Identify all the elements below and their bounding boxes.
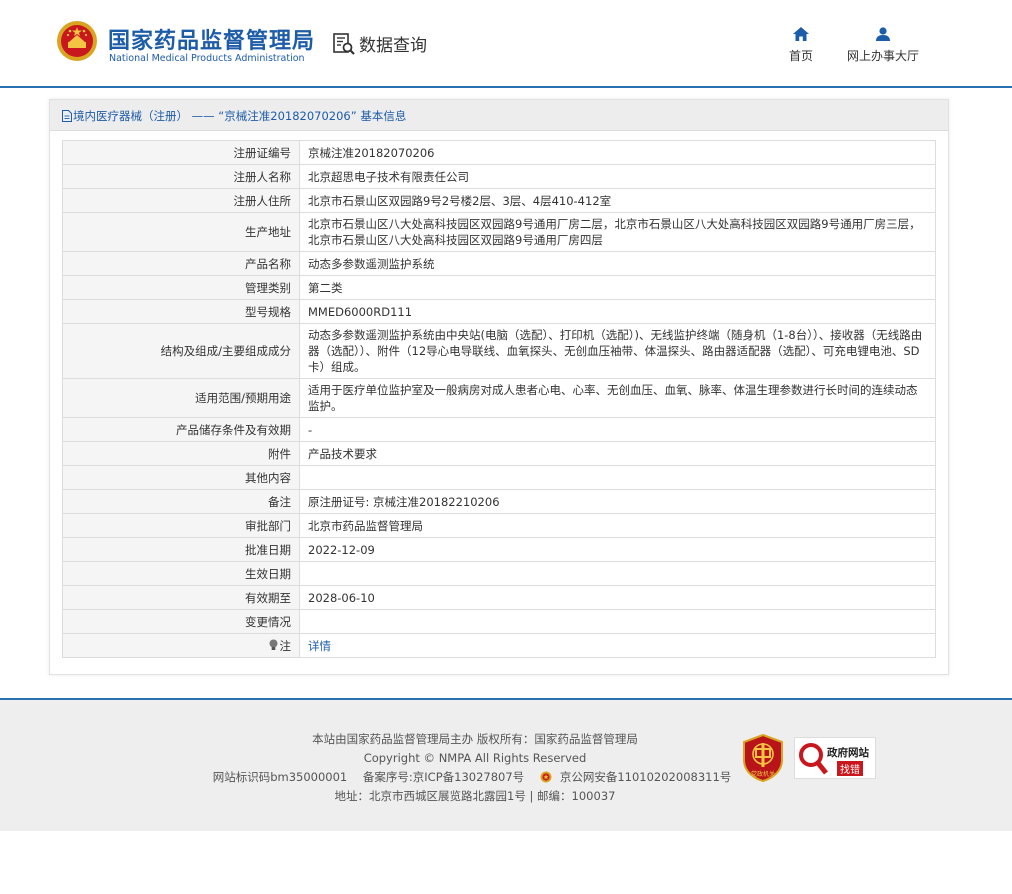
record-label: 注册人住所 [62,188,300,213]
record-row: 注册证编号 京械注准20182070206 [62,140,936,165]
footer-icp[interactable]: 备案序号:京ICP备13027807号 [363,770,524,784]
site-footer: 本站由国家药品监督管理局主办 版权所有：国家药品监督管理局 Copyright … [0,700,1012,831]
record-table-body: 注册证编号 京械注准20182070206 注册人名称 北京超思电子技术有限责任公司注… [62,140,936,658]
footer-info: 本站由国家药品监督管理局主办 版权所有：国家药品监督管理局 Copyright … [150,730,800,806]
record-value: - [299,417,936,442]
record-value: 北京市药品监督管理局 [299,513,936,538]
record-row: 备注 原注册证号: 京械注准20182210206 [62,489,936,514]
record-value: 2028-06-10 [299,585,936,610]
site-header: 国家药品监督管理局 National Medical Products Admi… [0,0,1012,86]
record-label: 附件 [62,441,300,466]
record-row: 其他内容 [62,465,936,490]
record-value [299,609,936,634]
record-label: 注册人名称 [62,164,300,189]
record-row: 变更情况 [62,609,936,634]
data-query-heading: 数据查询 [332,31,427,56]
site-title-cn: 国家药品监督管理局 [108,29,316,54]
record-row: 有效期至 2028-06-10 [62,585,936,610]
record-label: 型号规格 [62,299,300,324]
record-label: 注册证编号 [62,140,300,165]
record-row: 注册人名称 北京超思电子技术有限责任公司 [62,164,936,189]
home-icon [793,27,809,41]
lightbulb-icon [269,639,277,650]
footer-site-id: 网站标识码bm35000001 [212,770,348,784]
record-value: 京械注准20182070206 [299,140,936,165]
record-label: 变更情况 [62,609,300,634]
record-row: 附件 产品技术要求 [62,441,936,466]
record-label: 适用范围/预期用途 [62,378,300,418]
record-row: 结构及组成/主要组成成分 动态多参数遥测监护系统由中央站(电脑（选配）、打印机（选… [62,323,936,379]
gov-site-error-report-badge[interactable]: 政府网站 找错 [794,737,876,779]
nav-online-hall-label: 网上办事大厅 [847,49,920,63]
nav-home[interactable]: 首页 [789,27,813,64]
record-table-container: 注册证编号 京械注准20182070206 注册人名称 北京超思电子技术有限责任公司注… [62,140,936,658]
record-row: 审批部门 北京市药品监督管理局 [62,513,936,538]
document-search-icon [333,32,355,55]
record-label: 产品名称 [62,251,300,276]
record-label: 其他内容 [62,465,300,490]
record-row: 管理类别 第二类 [62,275,936,300]
record-row: 型号规格 MMED6000RD111 [62,299,936,324]
record-value: 动态多参数遥测监护系统由中央站(电脑（选配）、打印机（选配）)、无线监护终端（随… [299,323,936,379]
national-emblem-logo [57,21,97,61]
record-label: 批准日期 [62,537,300,562]
footer-police-text: 京公网安备11010202008311号 [559,770,732,784]
record-value: 北京市石景山区八大处高科技园区双园路9号通用厂房二层，北京市石景山区八大处高科技… [299,212,936,252]
record-row: 产品储存条件及有效期 - [62,417,936,442]
record-label: 结构及组成/主要组成成分 [62,323,300,379]
record-value: 动态多参数遥测监护系统 [299,251,936,276]
police-badge-icon [540,771,552,783]
nav-online-hall[interactable]: 网上办事大厅 [847,27,919,64]
record-value: 第二类 [299,275,936,300]
data-query-title: 数据查询 [359,36,427,56]
record-value: 适用于医疗单位监护室及一般病房对成人患者心电、心率、无创血压、血氧、脉率、体温生… [299,378,936,418]
record-label: 备注 [62,489,300,514]
record-label: 生效日期 [62,561,300,586]
record-value: 原注册证号: 京械注准20182210206 [299,489,936,514]
footer-police-record[interactable]: 京公网安备11010202008311号 [540,770,737,784]
record-row-note: 注 详情 [62,633,936,658]
document-icon [62,110,72,122]
footer-address: 地址：北京市西城区展览路北露园1号 | 邮编：100037 [334,789,616,803]
record-label: 管理类别 [62,275,300,300]
record-label: 产品储存条件及有效期 [62,417,300,442]
record-value: 北京超思电子技术有限责任公司 [299,164,936,189]
footer-sponsor: 本站由国家药品监督管理局主办 版权所有：国家药品监督管理局 [312,732,638,746]
record-row: 适用范围/预期用途 适用于医疗单位监护室及一般病房对成人患者心电、心率、无创血压、… [62,378,936,418]
record-table: 注册证编号 京械注准20182070206 注册人名称 北京超思电子技术有限责任公司注… [62,140,936,658]
record-value: MMED6000RD111 [299,299,936,324]
detail-panel: 境内医疗器械（注册） —— “京械注准20182070206” 基本信息 注册证… [49,99,949,675]
record-row: 产品名称 动态多参数遥测监护系统 [62,251,936,276]
record-row: 注册人住所 北京市石景山区双园路9号2号楼2层、3层、4层410-412室 [62,188,936,213]
header-divider [0,86,1012,88]
gov-badge-subtitle: 找错 [837,761,863,776]
magnifier-icon [799,743,828,775]
nav-home-label: 首页 [789,49,814,63]
record-label-note: 注 [62,633,300,658]
breadcrumb: 境内医疗器械（注册） —— “京械注准20182070206” 基本信息 [50,100,948,131]
record-value [299,561,936,586]
note-label: 注 [279,638,292,653]
breadcrumb-text: 境内医疗器械（注册） —— “京械注准20182070206” 基本信息 [73,109,407,123]
record-label: 有效期至 [62,585,300,610]
footer-registration: 网站标识码bm35000001 备案序号:京ICP备13027807号 京公网安… [150,768,800,787]
site-title-en: National Medical Products Administration [109,53,305,64]
record-row: 生产地址 北京市石景山区八大处高科技园区双园路9号通用厂房二层，北京市石景山区八大… [62,212,936,252]
record-label: 审批部门 [62,513,300,538]
record-value: 2022-12-09 [299,537,936,562]
party-government-badge[interactable]: 党政机关 [742,734,784,782]
record-value [299,465,936,490]
record-row: 批准日期 2022-12-09 [62,537,936,562]
gov-badge-title: 政府网站 [827,747,869,759]
record-row: 生效日期 [62,561,936,586]
user-icon [876,27,890,41]
record-value-note: 详情 [299,633,936,658]
details-link[interactable]: 详情 [308,639,331,653]
record-label: 生产地址 [62,212,300,252]
record-value: 北京市石景山区双园路9号2号楼2层、3层、4层410-412室 [299,188,936,213]
svg-text:党政机关: 党政机关 [751,770,775,778]
record-value: 产品技术要求 [299,441,936,466]
footer-copyright: Copyright © NMPA All Rights Reserved [363,751,587,765]
